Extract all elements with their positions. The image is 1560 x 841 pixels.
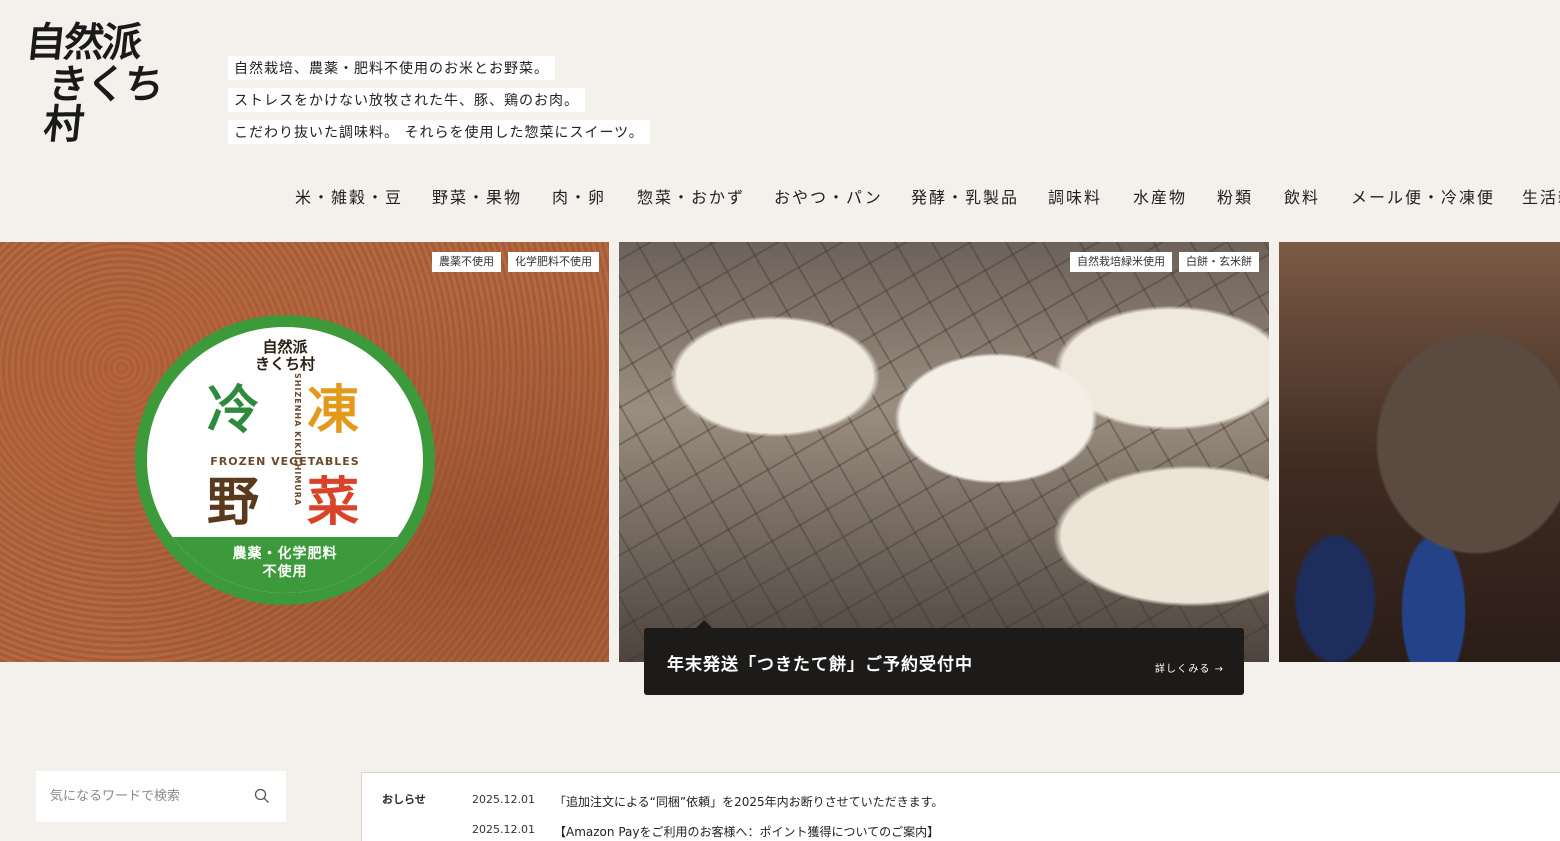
- category-nav: 米・雑穀・豆 野菜・果物 肉・卵 惣菜・おかず おやつ・パン 発酵・乳製品 調味…: [0, 184, 1560, 210]
- badge-footer: 農薬・化学肥料 不使用: [147, 537, 423, 593]
- badge-vertical-text: SHIZENHA KIKUCHIMURA: [293, 373, 302, 507]
- badge-char: 凍: [307, 380, 360, 441]
- tag: 白餅・玄米餅: [1179, 252, 1259, 272]
- tag: 農薬不使用: [432, 252, 501, 272]
- nav-item-snacks[interactable]: おやつ・パン: [774, 184, 883, 208]
- tag: 化学肥料不使用: [508, 252, 599, 272]
- badge-logo-line-2: きくち村: [254, 355, 315, 373]
- badge-logo-line-1: 自然派: [262, 338, 308, 356]
- search-input[interactable]: [36, 771, 236, 822]
- slide-mochi[interactable]: 自然栽培緑米使用 白餅・玄米餅: [619, 242, 1269, 662]
- tagline: 自然栽培、農薬・肥料不使用のお米とお野菜。 ストレスをかけない放牧された牛、豚、…: [228, 56, 650, 152]
- tag: 自然栽培緑米使用: [1070, 252, 1172, 272]
- nav-item-drinks[interactable]: 飲料: [1284, 184, 1320, 208]
- nav-item-daily-goods[interactable]: 生活雑: [1522, 184, 1560, 208]
- news-date: 2025.12.01: [472, 793, 535, 806]
- slide-caption-title: 年末発送「つきたて餅」ご予約受付中: [667, 655, 973, 675]
- news-label: おしらせ: [382, 793, 426, 806]
- tagline-line: こだわり抜いた調味料。 それらを使用した惣菜にスイーツ。: [228, 120, 650, 144]
- nav-item-mail-frozen[interactable]: メール便・冷凍便: [1351, 184, 1495, 208]
- site-logo[interactable]: 自然派 きくち村: [24, 20, 192, 148]
- nav-item-meat[interactable]: 肉・卵: [552, 184, 606, 208]
- badge-footer-line-1: 農薬・化学肥料: [232, 546, 338, 562]
- news-panel: おしらせ 2025.12.01 「追加注文による“同梱”依頼」を2025年内お断…: [361, 772, 1560, 841]
- tagline-line: 自然栽培、農薬・肥料不使用のお米とお野菜。: [228, 56, 555, 80]
- badge-inner: 自然派 きくち村 冷 凍 野 菜 SHIZENHA KIKUCHIMURA FR…: [147, 327, 423, 593]
- tagline-line: ストレスをかけない放牧された牛、豚、鶏のお肉。: [228, 88, 585, 112]
- slide-tags: 自然栽培緑米使用 白餅・玄米餅: [1070, 252, 1259, 272]
- badge-char: 冷: [207, 380, 260, 441]
- nav-item-fermented[interactable]: 発酵・乳製品: [911, 184, 1019, 208]
- logo-line-1: 自然派: [23, 20, 143, 66]
- badge-char: 菜: [307, 472, 360, 533]
- search-icon[interactable]: [254, 788, 270, 804]
- slide-caption[interactable]: 年末発送「つきたて餅」ご予約受付中 詳しくみる →: [644, 620, 1244, 695]
- badge-char: 野: [207, 472, 260, 533]
- news-title[interactable]: 【Amazon Payをご利用のお客様へ：ポイント獲得についてのご案内】: [554, 823, 939, 840]
- nav-item-seasonings[interactable]: 調味料: [1048, 184, 1102, 208]
- logo-line-2: きくち村: [41, 62, 165, 148]
- slide-frozen-vegetables[interactable]: 農薬不使用 化学肥料不使用 自然派 きくち村 冷 凍 野 菜 SHIZENHA …: [0, 242, 609, 662]
- read-more-link[interactable]: 詳しくみる →: [1155, 660, 1224, 675]
- frozen-vegetables-badge: 自然派 きくち村 冷 凍 野 菜 SHIZENHA KIKUCHIMURA FR…: [135, 315, 435, 605]
- search-box: [36, 771, 286, 822]
- slide-bread[interactable]: [1279, 242, 1560, 662]
- nav-item-seafood[interactable]: 水産物: [1133, 184, 1187, 208]
- page: 自然派 きくち村 自然栽培、農薬・肥料不使用のお米とお野菜。 ストレスをかけない…: [0, 0, 1560, 841]
- nav-item-vegetables[interactable]: 野菜・果物: [432, 184, 522, 208]
- badge-english: FROZEN VEGETABLES: [210, 455, 360, 468]
- nav-item-rice[interactable]: 米・雑穀・豆: [295, 184, 403, 208]
- nav-item-flour[interactable]: 粉類: [1217, 184, 1253, 208]
- news-date: 2025.12.01: [472, 823, 535, 836]
- nav-item-deli[interactable]: 惣菜・おかず: [637, 184, 745, 208]
- news-title[interactable]: 「追加注文による“同梱”依頼」を2025年内お断りさせていただきます。: [554, 793, 943, 810]
- slide-tags: 農薬不使用 化学肥料不使用: [432, 252, 599, 272]
- badge-footer-line-2: 不使用: [262, 564, 308, 580]
- badge-logo: 自然派 きくち村: [147, 339, 423, 373]
